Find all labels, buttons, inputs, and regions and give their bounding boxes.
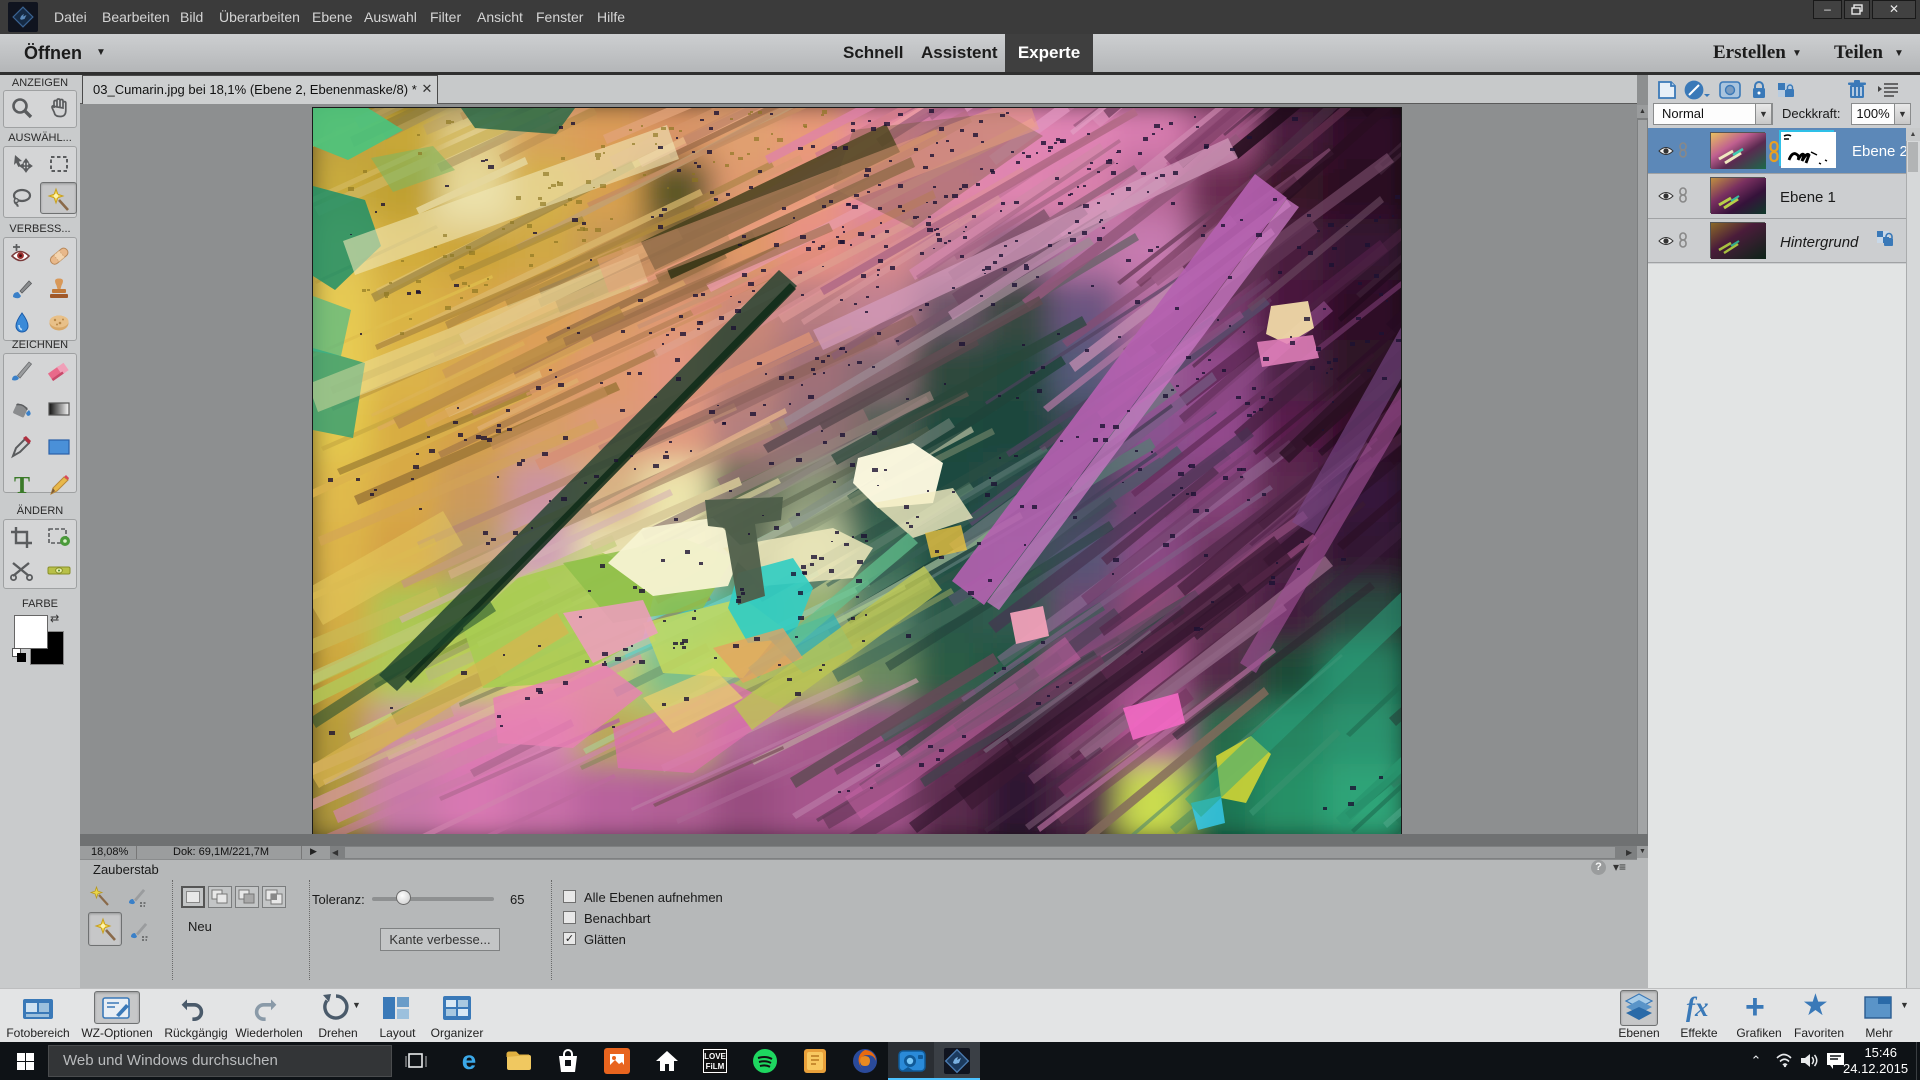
svg-text:e: e <box>462 1048 476 1074</box>
svg-text:LOVE: LOVE <box>704 1052 726 1061</box>
svg-text:FiLM: FiLM <box>706 1062 725 1071</box>
svg-text:T: T <box>13 473 29 497</box>
